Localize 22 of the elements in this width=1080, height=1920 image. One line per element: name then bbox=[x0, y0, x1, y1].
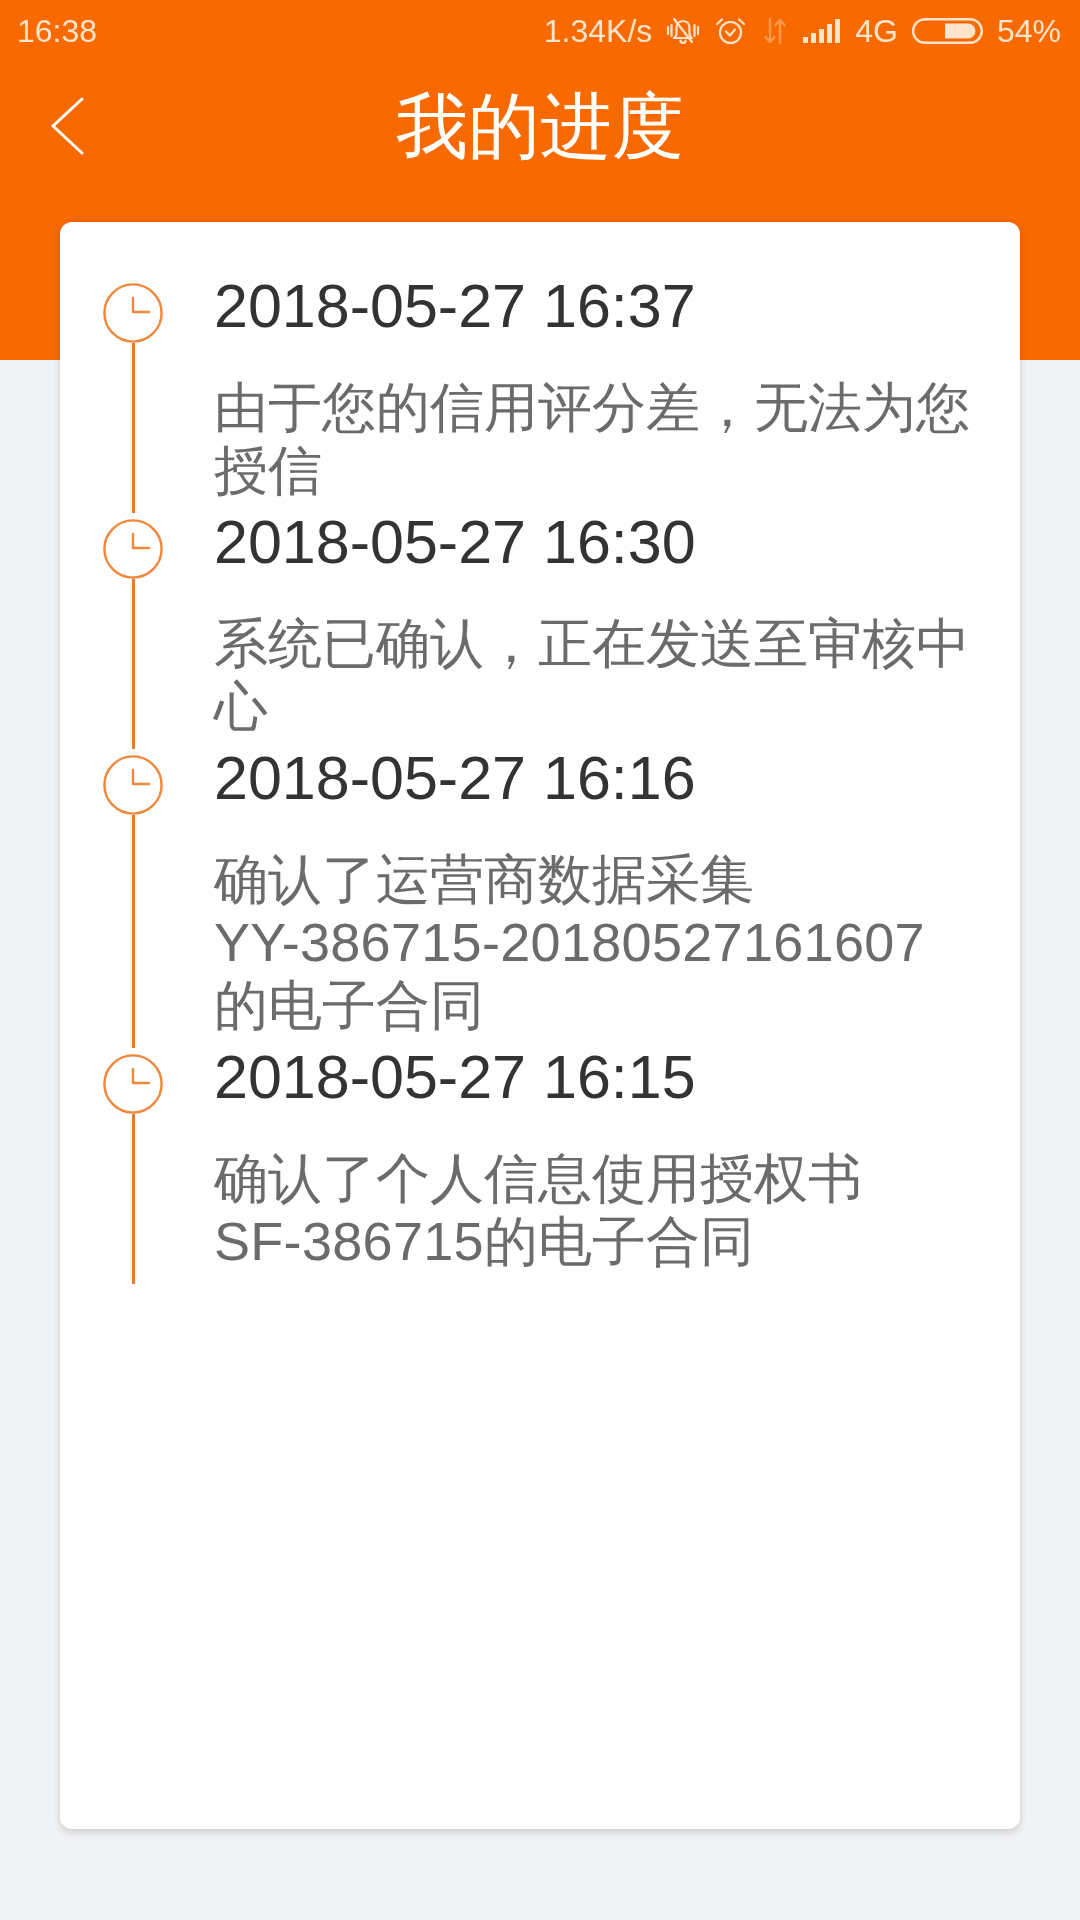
battery-percent: 54% bbox=[996, 12, 1061, 51]
entry-time: 2018-05-27 16:16 bbox=[214, 744, 697, 812]
clock-icon bbox=[103, 1054, 163, 1114]
chevron-left-icon bbox=[50, 97, 84, 155]
page-title: 我的进度 bbox=[396, 85, 684, 168]
clock-icon bbox=[103, 283, 163, 343]
entry-description: 系统已确认，正在发送至审核中心 bbox=[214, 612, 970, 738]
clock-icon bbox=[103, 755, 163, 815]
clock-icon bbox=[103, 519, 163, 579]
bell-off-icon bbox=[666, 16, 701, 46]
entry-time: 2018-05-27 16:37 bbox=[214, 272, 697, 340]
battery-icon bbox=[911, 18, 983, 44]
entry-description: 由于您的信用评分差，无法为您授信 bbox=[214, 376, 970, 502]
entry-time: 2018-05-27 16:30 bbox=[214, 508, 697, 576]
entry-time: 2018-05-27 16:15 bbox=[214, 1043, 697, 1111]
alarm-clock-icon bbox=[714, 16, 748, 46]
network-type: 4G bbox=[855, 12, 898, 51]
status-time: 16:38 bbox=[17, 12, 98, 51]
signal-icon bbox=[803, 19, 842, 43]
entry-description: 确认了运营商数据采集YY-386715-20180527161607的电子合同 bbox=[214, 848, 926, 1037]
network-speed: 1.34K/s bbox=[543, 12, 653, 51]
entry-description: 确认了个人信息使用授权书SF-386715的电子合同 bbox=[214, 1147, 863, 1273]
